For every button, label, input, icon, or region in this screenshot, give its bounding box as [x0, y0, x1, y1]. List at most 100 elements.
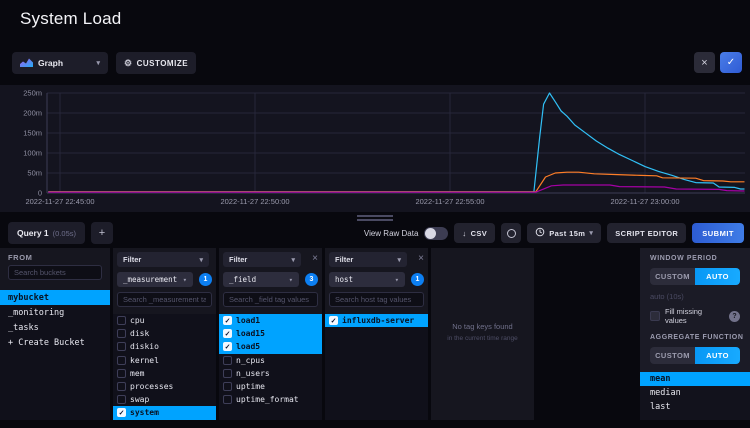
customize-button[interactable]: ⚙ CUSTOMIZE — [116, 52, 196, 74]
y-axis-tick: 100m — [23, 149, 42, 158]
fill-missing-checkbox[interactable] — [650, 311, 660, 321]
tag-key-dropdown[interactable]: _field▾ — [223, 272, 299, 287]
x-axis-tick: 2022-11-27 23:00:00 — [610, 197, 679, 206]
window-custom-button[interactable]: CUSTOM — [650, 268, 695, 285]
tag-value-label: system — [130, 408, 159, 417]
filter-type-dropdown[interactable]: Filter ▾ — [329, 252, 407, 267]
tag-value-row[interactable]: ✓load1 — [219, 314, 322, 327]
empty-state-title: No tag keys found — [431, 322, 534, 331]
tag-value-search-input[interactable] — [117, 292, 212, 307]
tag-value-row[interactable]: mem — [113, 367, 216, 380]
tag-value-row[interactable]: n_users — [219, 367, 322, 380]
cancel-cell-button[interactable]: × — [694, 52, 715, 73]
graph-type-dropdown[interactable]: Graph ▾ — [12, 52, 108, 74]
filter-type-dropdown[interactable]: Filter▾ — [223, 252, 301, 267]
tag-value-row[interactable]: uptime — [219, 380, 322, 393]
chevron-down-icon: ▾ — [183, 276, 187, 284]
help-icon[interactable]: ? — [729, 311, 740, 322]
refresh-circle-icon — [507, 229, 516, 238]
checkbox[interactable] — [117, 342, 126, 351]
tag-value-row[interactable]: ✓load5 — [219, 340, 322, 353]
chevron-down-icon: ▾ — [397, 256, 401, 264]
remove-filter-icon[interactable]: × — [418, 254, 424, 264]
submit-button[interactable]: SUBMIT — [692, 223, 744, 243]
checkbox[interactable] — [223, 395, 232, 404]
query-bar: Query 1 (0.05s) + View Raw Data ↓ CSV — [0, 222, 750, 246]
tag-key-dropdown[interactable]: _measurement ▾ — [117, 272, 193, 287]
query-tab-label: Query 1 — [17, 228, 49, 238]
from-panel: FROM mybucket_monitoring_tasks+ Create B… — [0, 248, 110, 420]
checkbox[interactable] — [223, 369, 232, 378]
selection-count-badge: 1 — [199, 273, 212, 286]
auto-refresh-button[interactable] — [501, 223, 521, 243]
filter-title: Filter — [335, 255, 353, 264]
window-auto-button[interactable]: AUTO — [695, 268, 740, 285]
tag-value-row[interactable]: disk — [113, 327, 216, 340]
tag-value-row[interactable]: diskio — [113, 340, 216, 353]
aggregate-auto-button[interactable]: AUTO — [695, 347, 740, 364]
checkbox[interactable] — [223, 382, 232, 391]
checkbox[interactable] — [117, 395, 126, 404]
window-period-label: WINDOW PERIOD — [650, 255, 717, 262]
csv-download-button[interactable]: ↓ CSV — [454, 223, 495, 243]
bucket-row[interactable]: + Create Bucket — [0, 335, 110, 350]
tag-value-row[interactable]: ✓influxdb-server — [325, 314, 428, 327]
tag-value-row[interactable]: processes — [113, 380, 216, 393]
checkbox[interactable]: ✓ — [329, 316, 338, 325]
checkbox[interactable]: ✓ — [223, 329, 232, 338]
function-row[interactable]: last — [640, 400, 750, 414]
window-period-hint: auto (10s) — [650, 292, 684, 301]
add-query-button[interactable]: + — [91, 222, 113, 244]
pane-resize-handle[interactable] — [357, 215, 393, 221]
data-explorer-page: System Load Graph ▾ ⚙ CUSTOMIZE × ✓ 050m… — [0, 0, 750, 428]
fill-missing-row: Fill missing values ? — [650, 307, 740, 325]
tag-value-label: n_users — [236, 369, 270, 378]
bucket-row[interactable]: _tasks — [0, 320, 110, 335]
checkbox[interactable] — [117, 316, 126, 325]
view-raw-data-toggle[interactable] — [424, 227, 448, 240]
tag-value-row[interactable]: swap — [113, 393, 216, 406]
checkbox[interactable]: ✓ — [223, 342, 232, 351]
tag-value-row[interactable]: ✓ system — [113, 406, 216, 419]
checkbox[interactable]: ✓ — [117, 408, 126, 417]
tag-value-row[interactable]: ✓load15 — [219, 327, 322, 340]
tag-value-search-input[interactable] — [223, 292, 318, 307]
close-icon: × — [701, 57, 707, 69]
x-axis-tick: 2022-11-27 22:50:00 — [220, 197, 289, 206]
empty-state-subtitle: in the current time range — [431, 335, 534, 342]
tag-value-row[interactable]: uptime_format — [219, 393, 322, 406]
checkbox[interactable] — [117, 356, 126, 365]
function-row[interactable]: mean — [640, 372, 750, 386]
tag-value-row[interactable]: cpu — [113, 314, 216, 327]
checkbox[interactable] — [117, 329, 126, 338]
remove-filter-icon[interactable]: × — [312, 254, 318, 264]
tag-value-row[interactable]: n_cpus — [219, 354, 322, 367]
script-editor-button[interactable]: SCRIPT EDITOR — [607, 223, 686, 243]
time-range-dropdown[interactable]: Past 15m ▾ — [527, 223, 601, 243]
query-tab[interactable]: Query 1 (0.05s) — [8, 222, 85, 244]
bucket-row[interactable]: _monitoring — [0, 305, 110, 320]
checkbox[interactable] — [117, 382, 126, 391]
chevron-down-icon: ▾ — [589, 229, 593, 237]
tag-value-row[interactable]: kernel — [113, 354, 216, 367]
checkbox[interactable]: ✓ — [223, 316, 232, 325]
time-range-label: Past 15m — [549, 229, 585, 238]
checkbox[interactable] — [117, 369, 126, 378]
bucket-row[interactable]: mybucket — [0, 290, 110, 305]
aggregate-function-label: AGGREGATE FUNCTION — [650, 334, 744, 341]
tag-value-search-input[interactable] — [329, 292, 424, 307]
checkbox[interactable] — [223, 356, 232, 365]
aggregate-custom-button[interactable]: CUSTOM — [650, 347, 695, 364]
tag-key-label: _measurement — [123, 275, 177, 284]
tag-key-label: host — [335, 275, 353, 284]
series-load5 — [48, 172, 744, 192]
confirm-cell-button[interactable]: ✓ — [720, 52, 742, 73]
tag-key-dropdown[interactable]: host▾ — [329, 272, 405, 287]
tag-value-list: cpudiskdiskiokernelmemprocessesswap ✓ syst… — [113, 314, 216, 420]
graph-type-label: Graph — [38, 58, 63, 68]
function-row[interactable]: median — [640, 386, 750, 400]
y-axis-tick: 50m — [27, 169, 42, 178]
selection-count-badge: 3 — [305, 273, 318, 286]
filter-type-dropdown[interactable]: Filter▾ — [117, 252, 209, 267]
bucket-search-input[interactable] — [8, 265, 102, 280]
